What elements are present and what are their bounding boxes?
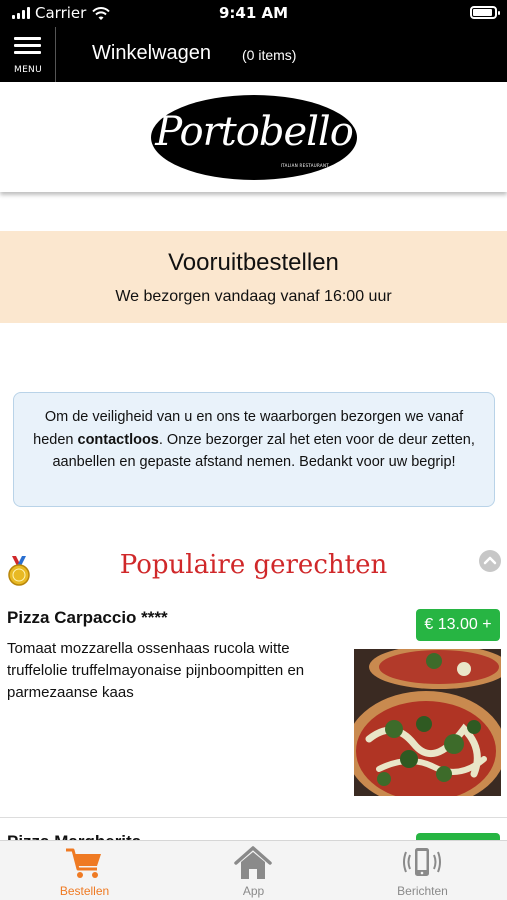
order-subtitle: We bezorgen vandaag vanaf 16:00 uur (115, 288, 392, 305)
logo-header: Portobello ITALIAN RESTAURANT (0, 82, 507, 192)
divider (0, 817, 507, 818)
tab-bar: Bestellen App Berichten (0, 840, 507, 900)
tab-bestellen[interactable]: Bestellen (0, 841, 169, 900)
notice-bold: contactloos (77, 431, 159, 448)
collapse-button[interactable] (479, 550, 501, 572)
dish-name[interactable]: Pizza Carpaccio **** (7, 608, 168, 628)
tab-app[interactable]: App (169, 841, 338, 900)
menu-button[interactable]: MENU (0, 27, 56, 82)
cart-title[interactable]: Winkelwagen (92, 42, 211, 65)
cart-icon (66, 848, 101, 878)
order-banner: Vooruitbestellen We bezorgen vandaag van… (0, 231, 507, 323)
brand-logo: Portobello ITALIAN RESTAURANT (151, 95, 357, 180)
phone-vibrate-icon (403, 848, 441, 876)
cart-count[interactable]: (0 items) (242, 47, 296, 63)
tab-label: App (242, 884, 265, 898)
menu-label: MENU (14, 65, 42, 75)
status-bar: Carrier 9:41 AM (0, 0, 507, 27)
order-title: Vooruitbestellen (168, 249, 339, 276)
dish-description: Tomaat mozzarella ossenhaas rucola witte… (7, 640, 305, 701)
safety-notice: Om de veiligheid van u en ons te waarbor… (13, 392, 495, 507)
tab-label: Berichten (397, 884, 448, 898)
tab-label: Bestellen (59, 884, 110, 898)
chevron-up-icon (483, 556, 497, 565)
popular-title: Populaire gerechten (119, 550, 388, 580)
tab-berichten[interactable]: Berichten (338, 841, 507, 900)
hamburger-icon (14, 37, 41, 58)
nav-bar: MENU Winkelwagen (0 items) (0, 27, 507, 82)
home-icon (234, 846, 272, 879)
logo-text: Portobello (155, 109, 354, 155)
logo-subtext: ITALIAN RESTAURANT (280, 163, 329, 168)
status-time: 9:41 AM (218, 4, 289, 22)
price-button[interactable]: € 13.00 + (416, 609, 500, 641)
dish-photo[interactable] (354, 649, 501, 796)
battery-icon (470, 6, 500, 19)
